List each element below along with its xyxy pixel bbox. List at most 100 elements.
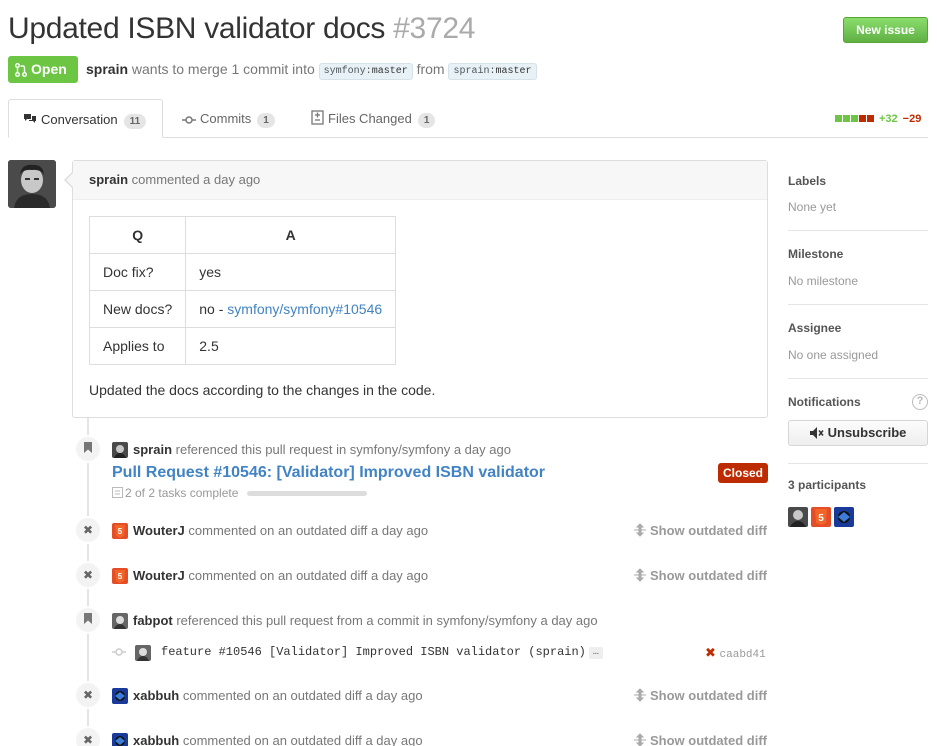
comment-discussion-icon <box>24 114 36 123</box>
table-cell: 2.5 <box>185 327 397 365</box>
checklist-icon <box>112 487 123 498</box>
unsubscribe-button[interactable]: Unsubscribe <box>788 420 928 446</box>
svg-text:5: 5 <box>118 527 123 536</box>
participants-heading: 3 participants <box>788 478 867 492</box>
event-author[interactable]: xabbuh <box>133 688 179 703</box>
page-title: Updated ISBN validator docs #3724 <box>8 12 475 46</box>
question-icon[interactable]: ? <box>912 394 928 410</box>
comment-header: sprain commented a day ago <box>73 161 767 200</box>
qa-table: QA Doc fix? yes New docs? no - symfony/sym… <box>88 216 397 365</box>
base-branch[interactable]: symfony:master <box>318 63 413 80</box>
diffstat-deletions: −29 <box>902 113 922 125</box>
commit-status: ✖ caabd41 <box>705 645 766 661</box>
unfold-icon <box>634 568 646 582</box>
x-icon: ✖ <box>74 726 102 746</box>
avatar[interactable] <box>112 442 128 458</box>
unfold-icon <box>634 523 646 537</box>
avatar[interactable] <box>8 160 56 208</box>
avatar[interactable] <box>112 688 128 704</box>
git-pull-request-icon <box>15 63 27 77</box>
svg-text:5: 5 <box>118 572 123 581</box>
assignee-heading[interactable]: Assignee <box>788 321 841 335</box>
expand-commit-button[interactable]: … <box>588 647 603 659</box>
table-row: New docs? no - symfony/symfony#10546 <box>88 290 397 328</box>
show-outdated-diff-button[interactable]: Show outdated diff <box>633 688 767 703</box>
show-outdated-diff-button[interactable]: Show outdated diff <box>633 523 767 538</box>
commit-sha[interactable]: caabd41 <box>720 649 766 661</box>
table-cell: Doc fix? <box>88 253 187 291</box>
comment-arrow-fill <box>66 173 73 187</box>
svg-text:5: 5 <box>818 513 824 524</box>
new-issue-button[interactable]: New issue <box>843 17 928 43</box>
notifications-heading: Notifications <box>788 395 861 409</box>
reference-event: fabpot referenced this pull request from… <box>133 613 598 628</box>
git-commit-icon <box>112 648 126 656</box>
table-row: Applies to 2.5 <box>88 327 397 365</box>
sidebar-divider <box>788 378 928 379</box>
avatar[interactable] <box>135 645 151 661</box>
event-author[interactable]: WouterJ <box>133 568 185 583</box>
avatar[interactable]: 5 <box>112 523 128 539</box>
diffstat[interactable]: +32 −29 <box>835 113 921 125</box>
pr-title: Updated ISBN validator docs <box>8 12 386 45</box>
tab-counter: 1 <box>257 113 275 128</box>
tab-commits[interactable]: Commits 1 <box>182 99 275 138</box>
x-icon: ✖ <box>74 516 102 544</box>
reference-event: sprain referenced this pull request in s… <box>133 442 511 457</box>
show-outdated-diff-button[interactable]: Show outdated diff <box>633 568 767 583</box>
diff-icon <box>311 110 324 125</box>
task-progress: 2 of 2 tasks complete <box>112 486 238 500</box>
event-author[interactable]: sprain <box>133 442 172 457</box>
table-row: Doc fix? yes <box>88 253 397 291</box>
comment-box: sprain commented a day ago QA Doc fix? ye… <box>72 160 768 418</box>
issue-link[interactable]: symfony/symfony#10546 <box>227 301 382 317</box>
comment-event: WouterJ commented on an outdated diff a … <box>133 568 429 583</box>
tab-counter: 1 <box>417 113 436 128</box>
participant-avatar[interactable] <box>834 507 854 527</box>
unfold-icon <box>634 688 646 702</box>
table-cell: New docs? <box>88 290 187 328</box>
commit-message[interactable]: feature #10546 [Validator] Improved ISBN… <box>161 645 603 659</box>
sidebar-divider <box>788 463 928 464</box>
event-author[interactable]: xabbuh <box>133 733 179 746</box>
closed-badge: Closed <box>718 463 768 483</box>
milestone-value: No milestone <box>788 274 859 288</box>
diffstat-additions: +32 <box>879 113 898 125</box>
task-progress-bar <box>247 491 367 496</box>
tab-conversation[interactable]: Conversation 11 <box>8 99 163 138</box>
comment-author[interactable]: sprain <box>89 172 128 187</box>
bookmark-icon <box>74 435 102 463</box>
git-commit-icon <box>182 116 196 124</box>
comment-event: xabbuh commented on an outdated diff a d… <box>133 688 423 703</box>
sidebar-divider <box>788 304 928 305</box>
referenced-pr-link[interactable]: Pull Request #10546: [Validator] Improve… <box>112 464 545 482</box>
avatar[interactable] <box>112 613 128 629</box>
avatar[interactable]: 5 <box>112 568 128 584</box>
participant-avatar[interactable] <box>788 507 808 527</box>
author-link[interactable]: sprain <box>86 61 128 77</box>
head-branch[interactable]: sprain:master <box>448 63 537 80</box>
labels-value: None yet <box>788 200 837 214</box>
commit-row: feature #10546 [Validator] Improved ISBN… <box>112 645 768 661</box>
avatar[interactable] <box>112 733 128 746</box>
bookmark-icon <box>74 606 102 634</box>
event-author[interactable]: WouterJ <box>133 523 185 538</box>
tab-files-changed[interactable]: Files Changed 1 <box>311 99 436 138</box>
assignee-value: No one assigned <box>788 348 879 362</box>
merge-text: wants to merge 1 commit into <box>131 61 315 77</box>
table-row: QA <box>88 216 397 254</box>
comment-meta: commented a day ago <box>131 172 261 187</box>
from-text: from <box>416 61 445 77</box>
sidebar-divider <box>788 230 928 231</box>
labels-heading[interactable]: Labels <box>788 174 826 188</box>
mute-icon <box>809 427 824 439</box>
table-header: Q <box>88 216 187 254</box>
table-cell: no - symfony/symfony#10546 <box>185 290 397 328</box>
milestone-heading[interactable]: Milestone <box>788 247 843 261</box>
comment-event: xabbuh commented on an outdated diff a d… <box>133 733 423 746</box>
x-icon: ✖ <box>74 681 102 709</box>
event-author[interactable]: fabpot <box>133 613 173 628</box>
participant-avatar[interactable]: 5 <box>811 507 831 527</box>
x-icon: ✖ <box>705 645 716 660</box>
show-outdated-diff-button[interactable]: Show outdated diff <box>633 733 767 746</box>
